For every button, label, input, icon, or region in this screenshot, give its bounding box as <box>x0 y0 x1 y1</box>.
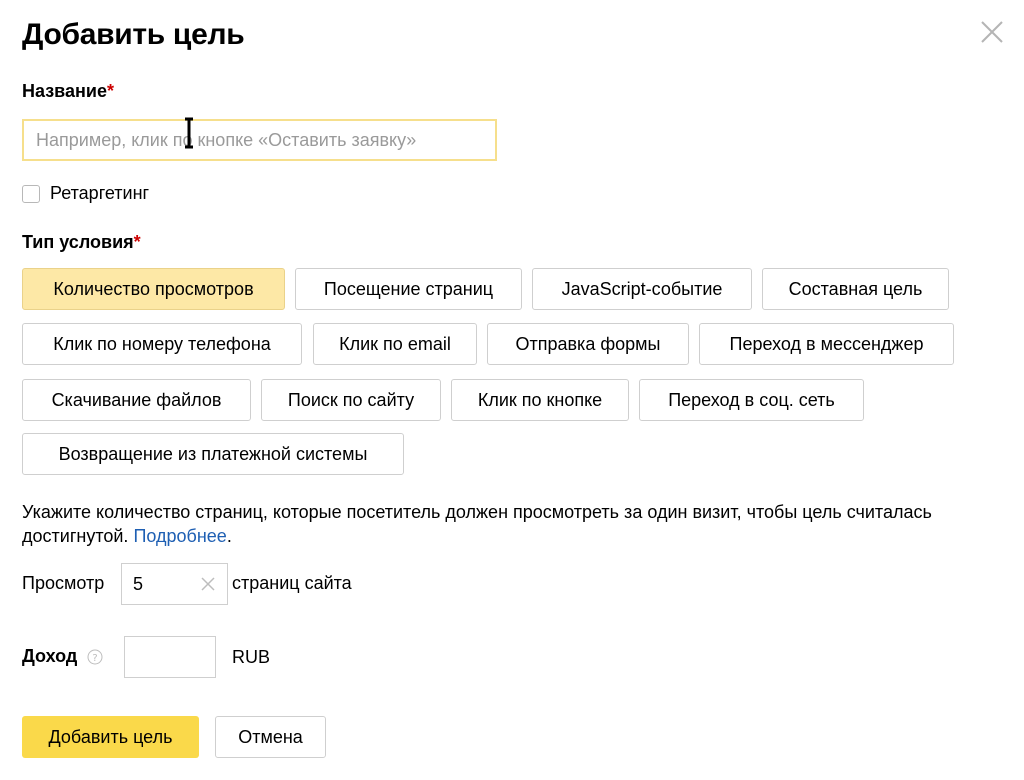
income-input[interactable] <box>124 636 216 678</box>
views-count-input[interactable] <box>122 564 196 604</box>
views-field <box>121 563 228 605</box>
condition-option-messenger[interactable]: Переход в мессенджер <box>699 323 954 365</box>
more-info-link[interactable]: Подробнее <box>133 526 226 546</box>
clear-icon[interactable] <box>200 576 216 592</box>
name-label: Название* <box>22 81 114 102</box>
condition-option-pageviews[interactable]: Количество просмотров <box>22 268 285 310</box>
condition-option-phone-click[interactable]: Клик по номеру телефона <box>22 323 302 365</box>
goal-name-input[interactable] <box>22 119 497 161</box>
condition-option-form-submit[interactable]: Отправка формы <box>487 323 689 365</box>
close-icon[interactable] <box>978 18 1006 46</box>
condition-option-button-click[interactable]: Клик по кнопке <box>451 379 629 421</box>
required-mark: * <box>107 81 114 101</box>
condition-option-site-search[interactable]: Поиск по сайту <box>261 379 441 421</box>
add-goal-button[interactable]: Добавить цель <box>22 716 199 758</box>
income-label: Доход <box>22 646 77 667</box>
condition-option-javascript-event[interactable]: JavaScript-событие <box>532 268 752 310</box>
retargeting-label: Ретаргетинг <box>50 183 149 204</box>
svg-text:?: ? <box>92 653 97 664</box>
condition-hint: Укажите количество страниц, которые посе… <box>22 500 962 548</box>
cancel-button[interactable]: Отмена <box>215 716 326 758</box>
dialog-title: Добавить цель <box>22 18 244 52</box>
hint-trailing: . <box>227 526 232 546</box>
required-mark: * <box>134 232 141 252</box>
currency-label: RUB <box>232 647 270 668</box>
condition-option-composite-goal[interactable]: Составная цель <box>762 268 949 310</box>
condition-type-label-text: Тип условия <box>22 232 134 252</box>
condition-option-payment-return[interactable]: Возвращение из платежной системы <box>22 433 404 475</box>
retargeting-checkbox[interactable] <box>22 185 40 203</box>
views-label: Просмотр <box>22 573 104 594</box>
views-suffix: страниц сайта <box>232 573 352 594</box>
condition-option-social-network[interactable]: Переход в соц. сеть <box>639 379 864 421</box>
help-icon[interactable]: ? <box>87 649 103 665</box>
retargeting-checkbox-row[interactable]: Ретаргетинг <box>22 183 149 204</box>
condition-option-email-click[interactable]: Клик по email <box>313 323 477 365</box>
condition-option-page-visit[interactable]: Посещение страниц <box>295 268 522 310</box>
name-label-text: Название <box>22 81 107 101</box>
condition-option-file-download[interactable]: Скачивание файлов <box>22 379 251 421</box>
condition-type-label: Тип условия* <box>22 232 141 253</box>
